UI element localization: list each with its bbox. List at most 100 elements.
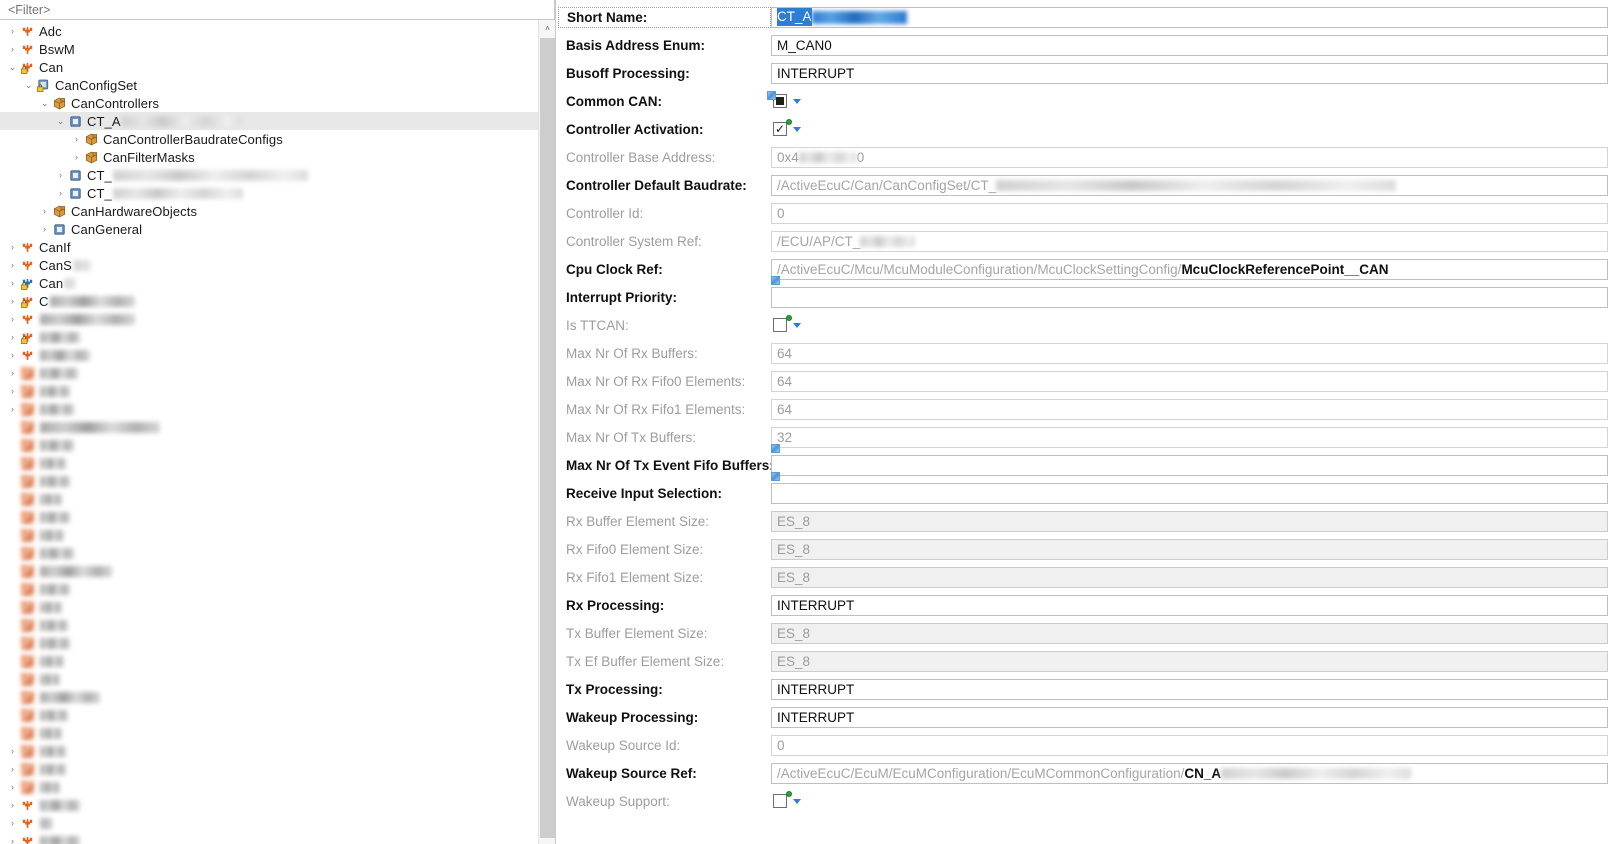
field-input-tx-processing[interactable]: INTERRUPT xyxy=(771,678,1608,700)
tree-item-redacted[interactable] xyxy=(0,472,538,490)
tree-item-redacted[interactable]: › xyxy=(0,400,538,418)
chevron-right-icon[interactable]: › xyxy=(38,202,51,220)
tree-item-redacted[interactable] xyxy=(0,526,538,544)
chevron-right-icon[interactable]: › xyxy=(6,814,19,832)
module-tree[interactable]: › Adc › BswM ⌄ Can ⌄ CanConfigSet ⌄ CanController… xyxy=(0,20,538,844)
chevron-right-icon[interactable]: › xyxy=(6,760,19,778)
tree-item-redacted[interactable] xyxy=(0,724,538,742)
tree-filter-row[interactable] xyxy=(0,0,555,20)
field-input-basis-address-enum[interactable]: M_CAN0 xyxy=(771,34,1608,56)
tree-item-redacted[interactable]: › xyxy=(0,364,538,382)
chevron-right-icon[interactable]: › xyxy=(6,40,19,58)
tree-item-ct-a[interactable]: ⌄ CT_A xyxy=(0,112,538,130)
tree-item-redacted[interactable]: › xyxy=(0,778,538,796)
tree-item-redacted[interactable] xyxy=(0,670,538,688)
tree-item-redacted[interactable]: › xyxy=(0,742,538,760)
field-input-max-nr-of-rx-fifo1-elements[interactable]: 64 xyxy=(771,398,1608,420)
chevron-down-icon[interactable] xyxy=(793,798,801,804)
chevron-right-icon[interactable]: › xyxy=(6,274,19,292)
tree-item-canconfigset[interactable]: ⌄ CanConfigSet xyxy=(0,76,538,94)
tree-item-redacted[interactable]: › xyxy=(0,346,538,364)
tree-item-redacted[interactable] xyxy=(0,490,538,508)
tree-item-redacted[interactable] xyxy=(0,616,538,634)
field-input-rx-buffer-element-size[interactable]: ES_8 xyxy=(771,510,1608,532)
field-input-interrupt-priority[interactable] xyxy=(771,276,1608,308)
tree-item-can[interactable]: › Can xyxy=(0,274,538,292)
field-input-rx-fifo0-element-size[interactable]: ES_8 xyxy=(771,538,1608,560)
tree-item-canhardwareobjects[interactable]: › CanHardwareObjects xyxy=(0,202,538,220)
chevron-down-icon[interactable]: ⌄ xyxy=(54,112,67,130)
field-input-tx-buffer-element-size[interactable]: ES_8 xyxy=(771,622,1608,644)
chevron-down-icon[interactable]: ⌄ xyxy=(38,94,51,112)
chevron-right-icon[interactable]: › xyxy=(6,400,19,418)
checkbox-group-common-can[interactable] xyxy=(767,91,801,108)
tree-item-redacted[interactable]: › xyxy=(0,382,538,400)
tree-item-canfiltermasks[interactable]: › CanFilterMasks xyxy=(0,148,538,166)
field-input-cpu-clock-ref[interactable]: /ActiveEcuC/Mcu/McuModuleConfiguration/M… xyxy=(771,258,1608,280)
tree-item-cangeneral[interactable]: › CanGeneral xyxy=(0,220,538,238)
tree-item-redacted[interactable]: › xyxy=(0,760,538,778)
tree-item-redacted[interactable]: › xyxy=(0,796,538,814)
tree-item-ct[interactable]: › CT_ xyxy=(0,184,538,202)
chevron-right-icon[interactable]: › xyxy=(54,184,67,202)
chevron-right-icon[interactable]: › xyxy=(6,364,19,382)
field-input-short-name[interactable]: CT_A xyxy=(771,6,1608,28)
tree-item-redacted[interactable] xyxy=(0,508,538,526)
chevron-down-icon[interactable]: ⌄ xyxy=(22,76,35,94)
checkbox-wakeup-support[interactable] xyxy=(773,791,792,808)
field-input-controller-system-ref[interactable]: /ECU/AP/CT_ xyxy=(771,230,1608,252)
chevron-right-icon[interactable]: › xyxy=(70,148,83,166)
tree-item-redacted[interactable]: › xyxy=(0,328,538,346)
chevron-right-icon[interactable]: › xyxy=(6,346,19,364)
tree-item-cancontrollerbaudrateconfigs[interactable]: › CanControllerBaudrateConfigs xyxy=(0,130,538,148)
chevron-right-icon[interactable]: › xyxy=(6,328,19,346)
tree-item-redacted[interactable] xyxy=(0,454,538,472)
scroll-up-arrow-icon[interactable]: ˄ xyxy=(539,20,555,37)
chevron-right-icon[interactable]: › xyxy=(6,292,19,310)
chevron-down-icon[interactable] xyxy=(793,98,801,104)
tree-item-bswm[interactable]: › BswM xyxy=(0,40,538,58)
tree-item-redacted[interactable] xyxy=(0,634,538,652)
field-input-wakeup-processing[interactable]: INTERRUPT xyxy=(771,706,1608,728)
tree-item-redacted[interactable] xyxy=(0,544,538,562)
checkbox-group-is-ttcan[interactable] xyxy=(771,315,801,332)
field-input-rx-fifo1-element-size[interactable]: ES_8 xyxy=(771,566,1608,588)
checkbox-group-wakeup-support[interactable] xyxy=(771,791,801,808)
chevron-right-icon[interactable]: › xyxy=(6,382,19,400)
scrollbar-thumb[interactable] xyxy=(540,38,555,838)
chevron-right-icon[interactable]: › xyxy=(6,238,19,256)
tree-item-redacted[interactable] xyxy=(0,706,538,724)
field-input-max-nr-of-tx-buffers[interactable]: 32 xyxy=(771,426,1608,448)
field-input-controller-default-baudrate[interactable]: /ActiveEcuC/Can/CanConfigSet/CT_ xyxy=(771,174,1608,196)
tree-item-adc[interactable]: › Adc xyxy=(0,22,538,40)
chevron-right-icon[interactable]: › xyxy=(38,220,51,238)
tree-item-redacted[interactable] xyxy=(0,436,538,454)
field-input-receive-input-selection[interactable] xyxy=(771,472,1608,504)
tree-item-redacted[interactable] xyxy=(0,562,538,580)
field-input-tx-ef-buffer-element-size[interactable]: ES_8 xyxy=(771,650,1608,672)
checkbox-is-ttcan[interactable] xyxy=(773,315,792,332)
chevron-right-icon[interactable]: › xyxy=(54,166,67,184)
tree-item-redacted[interactable] xyxy=(0,418,538,436)
field-input-max-nr-of-rx-buffers[interactable]: 64 xyxy=(771,342,1608,364)
checkbox-common-can[interactable] xyxy=(767,91,787,108)
field-input-wakeup-source-id[interactable]: 0 xyxy=(771,734,1608,756)
checkbox-group-controller-activation[interactable]: ✓ xyxy=(771,119,801,136)
chevron-right-icon[interactable]: › xyxy=(70,130,83,148)
tree-item-redacted[interactable] xyxy=(0,580,538,598)
chevron-right-icon[interactable]: › xyxy=(6,742,19,760)
chevron-right-icon[interactable]: › xyxy=(6,310,19,328)
field-input-busoff-processing[interactable]: INTERRUPT xyxy=(771,62,1608,84)
chevron-right-icon[interactable]: › xyxy=(6,778,19,796)
tree-item-redacted[interactable]: › xyxy=(0,310,538,328)
chevron-right-icon[interactable]: › xyxy=(6,256,19,274)
tree-item-redacted[interactable] xyxy=(0,652,538,670)
chevron-down-icon[interactable] xyxy=(793,322,801,328)
tree-item-ct[interactable]: › CT_ xyxy=(0,166,538,184)
chevron-down-icon[interactable] xyxy=(793,126,801,132)
tree-item-cans[interactable]: › CanS xyxy=(0,256,538,274)
field-input-rx-processing[interactable]: INTERRUPT xyxy=(771,594,1608,616)
tree-item-redacted[interactable] xyxy=(0,598,538,616)
chevron-right-icon[interactable]: › xyxy=(6,796,19,814)
chevron-right-icon[interactable]: › xyxy=(6,22,19,40)
